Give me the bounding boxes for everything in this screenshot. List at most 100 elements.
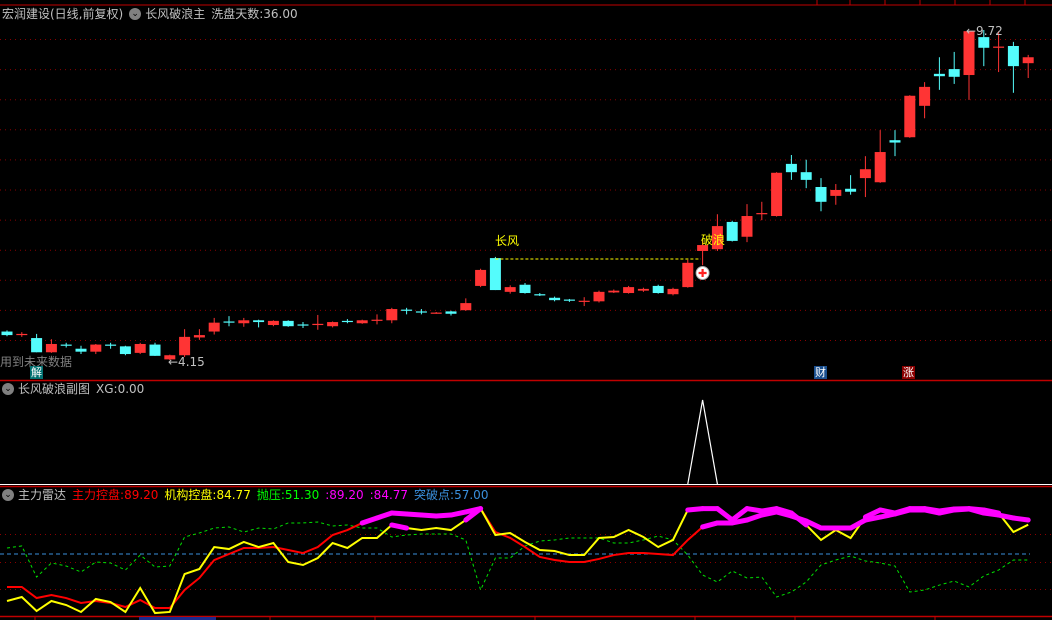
candle (623, 285, 635, 294)
candle (75, 345, 87, 355)
radar-header: ⌄ 主力雷达 主力控盘: 89.20 机构控盘: 84.77 抛压: 51.30… (2, 487, 494, 503)
badge-zhang[interactable]: 涨 (902, 366, 915, 379)
candle-body (637, 288, 649, 291)
break-value: 57.00 (454, 488, 489, 502)
badge-jie[interactable]: 解 (30, 366, 43, 379)
candle (31, 333, 43, 353)
candle-body (889, 140, 901, 143)
candle-body (504, 287, 516, 292)
candle-body (179, 336, 191, 356)
candle (223, 316, 235, 327)
candle-body (149, 344, 161, 356)
candle-body (238, 320, 250, 324)
indicator-menu-icon[interactable]: ⌄ (129, 8, 142, 20)
candle (889, 130, 901, 157)
inst-control-value: 84.77 (216, 488, 251, 502)
radar-menu-icon[interactable]: ⌄ (2, 489, 14, 501)
candle (60, 342, 72, 348)
candle (415, 309, 427, 315)
candle-body (978, 37, 990, 48)
inst-control-line (6, 507, 1029, 615)
badge-cai[interactable]: 财 (814, 366, 827, 379)
candle (948, 51, 960, 84)
candle-body (460, 303, 472, 311)
candle (682, 259, 694, 288)
candle (386, 307, 398, 324)
candle-body (1, 331, 13, 336)
radar-name[interactable]: 主力雷达 (18, 487, 66, 503)
pressure-label: 抛压: (256, 488, 285, 502)
candle (771, 172, 783, 217)
hot-inst-value: :84.77 (369, 488, 409, 502)
candle (134, 342, 146, 355)
candle (519, 282, 531, 294)
candle-body (608, 290, 620, 293)
candle-body (859, 169, 871, 179)
candle-body (489, 258, 501, 291)
candle-body (45, 343, 57, 353)
candle-body (282, 320, 294, 327)
candle-body (297, 324, 309, 326)
hot-zone-segment (981, 507, 1002, 516)
candle-body (815, 186, 827, 202)
candle (845, 175, 857, 195)
candle (534, 293, 546, 296)
candle-body (1022, 57, 1034, 64)
candle (874, 130, 886, 183)
candle-body (60, 344, 72, 346)
buy-signal-icon (695, 266, 710, 280)
hot-main-value: :89.20 (325, 488, 364, 502)
candle-body (771, 172, 783, 217)
candle-body (933, 73, 945, 77)
candle (933, 57, 945, 90)
candle-body (475, 269, 487, 286)
chart-canvas[interactable] (0, 0, 1052, 620)
candle-body (401, 309, 413, 311)
candle (253, 319, 265, 328)
gridlines (0, 39, 1052, 590)
candle (371, 314, 383, 325)
candle (401, 307, 413, 315)
candle (904, 95, 916, 138)
inst-control-label: 机构控盘: (164, 488, 217, 502)
candle (327, 321, 339, 328)
candle (549, 296, 561, 302)
hot-zone-segment (389, 522, 410, 531)
candle-body (90, 344, 102, 352)
xg-series (687, 399, 718, 485)
candle-body (830, 189, 842, 196)
candle (267, 320, 279, 327)
xg-value: 0.00 (117, 382, 145, 396)
candle (179, 329, 191, 358)
indicator-name[interactable]: 长风破浪主 (145, 6, 205, 22)
candlesticks (1, 30, 1034, 360)
candle-body (267, 320, 279, 326)
sub-indicator-name[interactable]: 长风破浪副图 (18, 381, 90, 397)
candle (963, 31, 975, 100)
candle-body (726, 221, 738, 241)
break-label: 突破点: (414, 488, 455, 502)
candle (726, 220, 738, 242)
sub-header: ⌄ 长风破浪副图 XG: 0.00 (2, 381, 150, 397)
param-value: 36.00 (263, 7, 298, 21)
candle-body (371, 319, 383, 321)
candle-body (667, 288, 679, 295)
candle (445, 310, 457, 316)
candle-body (223, 321, 235, 323)
hot-zone-segment (1010, 515, 1031, 523)
candle (741, 204, 753, 243)
candle-body (563, 299, 575, 301)
candle (475, 268, 487, 288)
main-control-line (7, 507, 1029, 609)
candle-body (800, 172, 812, 180)
hot-zone-segment (848, 517, 868, 531)
candle-body (327, 322, 339, 327)
candle-body (593, 291, 605, 302)
candle (282, 320, 294, 327)
hot-zone-segment (714, 506, 735, 523)
candle-body (845, 188, 857, 192)
main-header: 宏润建设(日线,前复权) ⌄ 长风破浪主 洗盘天数: 36.00 (2, 6, 304, 22)
sub-indicator-menu-icon[interactable]: ⌄ (2, 383, 14, 395)
candle-body (682, 262, 694, 288)
candle (859, 156, 871, 198)
